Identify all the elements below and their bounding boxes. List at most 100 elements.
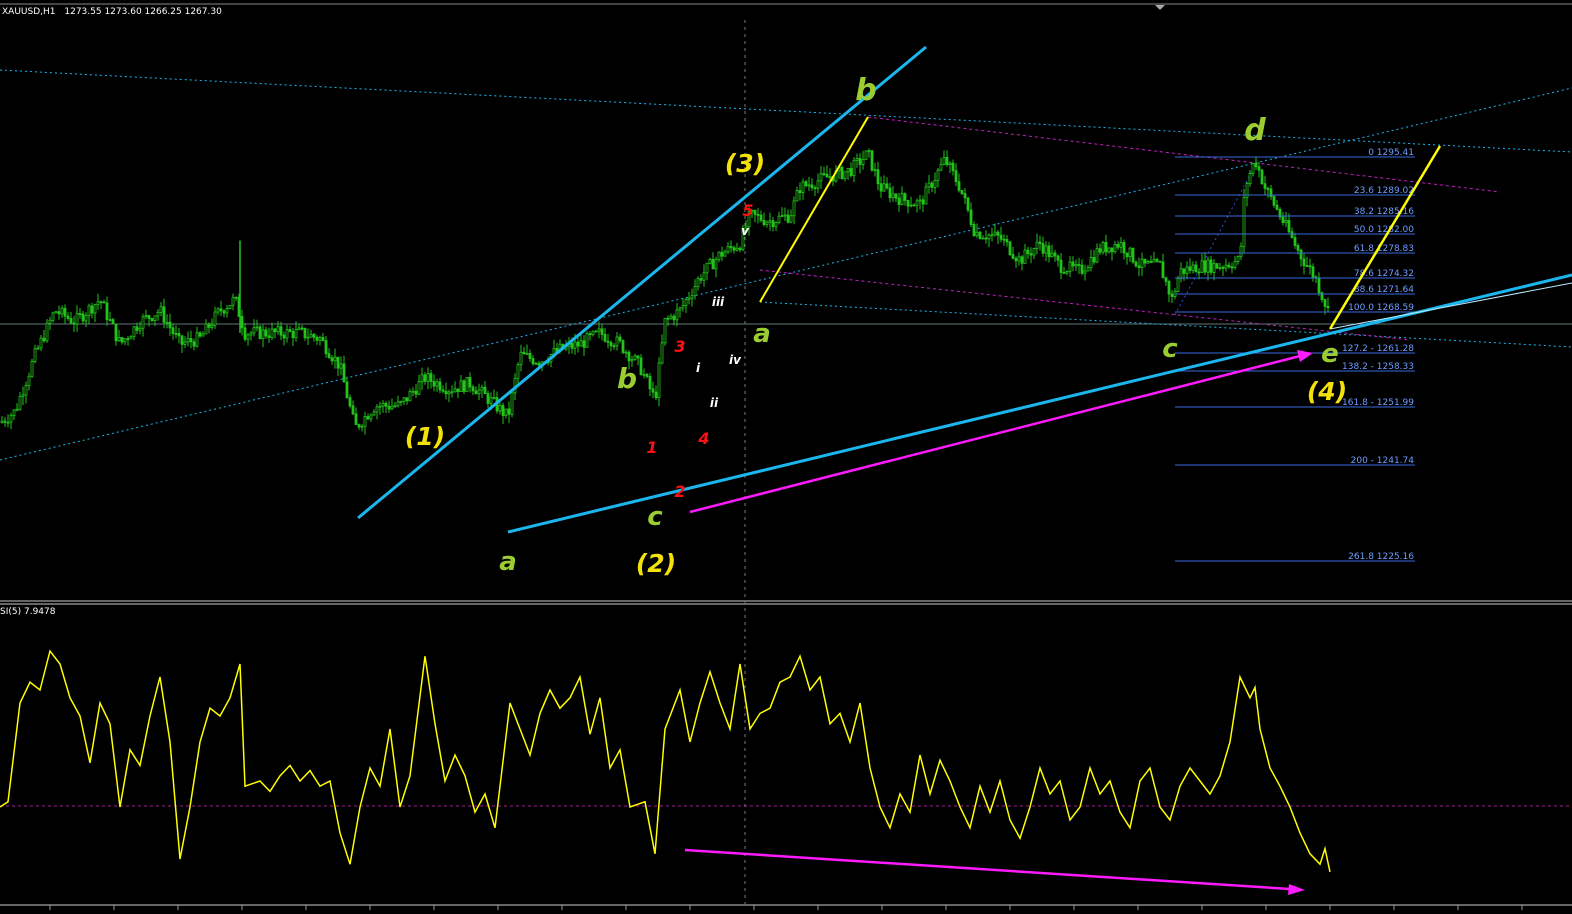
candle-body [1317,277,1321,294]
candle-body [159,306,163,313]
candle-body [219,308,223,312]
candle-body [525,352,529,355]
candle-body [1116,244,1120,248]
candle-body [1182,268,1186,274]
candle-body [609,341,613,347]
fib-level-label: 61.8 1278.83 [1354,244,1414,254]
candle-body [1248,173,1252,184]
candle-body [486,393,490,404]
candle-body [435,381,439,387]
candle-body [1296,245,1300,251]
price-chart[interactable]: 0 1295.41 23.6 1289.02 38.2 1285.16 50.0 12… [0,0,1572,910]
fib-level-label: 200 - 1241.74 [1351,456,1415,466]
candle-body [861,158,865,165]
candle-body [336,356,340,369]
candle-body [90,305,94,314]
candle-body [771,220,775,228]
candle-body [984,237,988,240]
candle-body [795,190,799,202]
candle-body [1053,252,1057,257]
fib-level-label: 50.0 1282.00 [1354,225,1414,235]
candle-body [1197,271,1201,274]
candle-body [198,332,202,337]
candle-body [996,231,1000,236]
candle-body [144,315,148,318]
candle-body [0,420,4,423]
candle-body [282,334,286,339]
candle-body [447,391,451,395]
candle-body [690,295,694,299]
candle-body [489,397,493,404]
candle-body [177,333,181,337]
candle-body [222,310,226,314]
candle-body [1242,197,1246,247]
candle-body [732,247,736,251]
candle-body [456,388,460,392]
candle-body [903,193,907,201]
candle-body [396,401,400,407]
candle-body [195,332,199,347]
candle-body [1218,266,1222,269]
fib-level-label: 100.0 1268.59 [1348,303,1414,313]
candle-body [1047,245,1051,258]
chart-header: XAUUSD,H1 1273.55 1273.60 1266.25 1267.3… [2,7,222,17]
candle-body [651,388,655,393]
candle-body [714,258,718,270]
candle-body [408,391,412,402]
candle-body [768,220,772,223]
candle-body [330,357,334,362]
wave-label: iv [729,353,742,367]
candle-body [507,408,511,415]
candle-body [429,373,433,382]
candle-body [1293,237,1297,246]
candle-body [1098,248,1102,253]
candle-body [297,327,301,330]
candle-body [39,337,43,349]
candle-body [972,224,976,236]
candle-body [321,337,325,341]
candle-body [498,405,502,412]
candle-body [63,307,67,317]
candle-body [633,355,637,360]
candle-body [1038,241,1042,244]
candle-body [873,169,877,172]
candle-body [1266,187,1270,190]
chart-window[interactable]: 0 1295.41 23.6 1289.02 38.2 1285.16 50.0 12… [0,0,1572,910]
candle-body [828,176,832,179]
candle-body [1260,169,1264,185]
candle-body [18,396,22,410]
candle-body [357,424,361,428]
candle-body [201,333,205,337]
candle-body [717,251,721,260]
candle-body [24,385,28,396]
fib-level-label: 0 1295.41 [1368,148,1414,158]
candle-body [990,234,994,237]
candle-body [1128,247,1132,258]
candle-body [1152,258,1156,263]
candle-body [810,184,814,189]
candle-body [240,316,244,329]
candle-body [318,337,322,341]
candle-body [270,328,274,338]
candle-body [885,183,889,189]
fib-level-label: 88.6 1271.64 [1354,285,1414,295]
candle-body [1122,242,1126,254]
candle-body [870,150,874,171]
candle-body [168,321,172,329]
candle-body [645,373,649,377]
candle-body [660,342,664,364]
candle-body [1023,249,1027,264]
candle-body [1107,247,1111,253]
candle-body [912,204,916,207]
wave-label: a [499,547,517,577]
candle-body [291,331,295,339]
candle-body [1209,259,1213,273]
candle-body [444,390,448,395]
candle-body [1071,261,1075,267]
candle-body [987,234,991,240]
candle-body [825,173,829,178]
candle-body [1272,196,1276,206]
fib-level-label: 127.2 - 1261.28 [1342,344,1414,354]
candle-body [891,193,895,199]
candle-body [1227,264,1231,268]
